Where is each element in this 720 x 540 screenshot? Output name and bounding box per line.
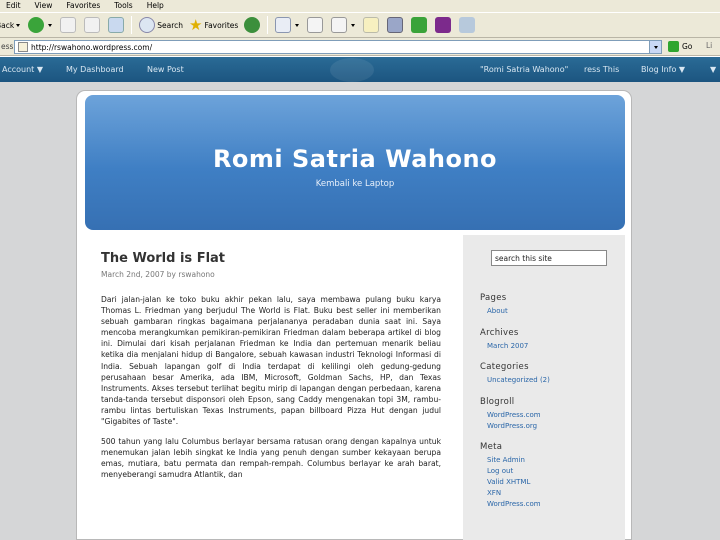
- star-icon: ★: [189, 16, 203, 34]
- search-input[interactable]: [491, 250, 607, 266]
- toolbar-divider: [267, 16, 269, 34]
- edit-button[interactable]: [327, 14, 359, 36]
- back-button[interactable]: Back: [0, 14, 24, 36]
- forward-icon: [28, 17, 45, 33]
- mail-icon: [275, 17, 292, 33]
- sidebar-link-about[interactable]: About: [487, 307, 508, 315]
- menu-tools[interactable]: Tools: [107, 0, 139, 12]
- wp-admin-bar: Account ▼ My Dashboard New Post "Romi Sa…: [0, 57, 720, 82]
- sidebar-link-meta[interactable]: Valid XHTML: [487, 478, 530, 486]
- favorites-button[interactable]: ★ Favorites: [185, 14, 240, 36]
- menu-help[interactable]: Help: [140, 0, 171, 12]
- new-post-link[interactable]: New Post: [147, 65, 184, 74]
- account-menu[interactable]: Account ▼: [2, 65, 43, 74]
- puzzle-icon: [459, 17, 476, 33]
- search-icon: [139, 17, 156, 33]
- stop-button[interactable]: [56, 14, 80, 36]
- sidebar-heading-categories: Categories: [480, 362, 529, 372]
- links-label[interactable]: Li: [706, 41, 712, 50]
- chevron-down-icon: [16, 23, 21, 27]
- address-dropdown[interactable]: [649, 41, 661, 53]
- research-button[interactable]: [383, 14, 407, 36]
- home-icon: [108, 17, 125, 33]
- favorites-label: Favorites: [204, 20, 239, 30]
- extension-button[interactable]: [431, 14, 455, 36]
- blog-description: Kembali ke Laptop: [315, 179, 395, 189]
- page-icon: [18, 42, 28, 52]
- press-this-link[interactable]: ress This: [584, 65, 619, 74]
- url-input[interactable]: [31, 42, 591, 52]
- research-icon: [387, 17, 404, 33]
- sidebar-heading-blogroll: Blogroll: [480, 397, 515, 407]
- chevron-down-icon: [653, 45, 658, 49]
- sidebar-link-blogroll[interactable]: WordPress.com: [487, 411, 541, 419]
- menu-view[interactable]: View: [28, 0, 60, 12]
- more-menu[interactable]: ▼: [710, 65, 716, 74]
- post-meta: March 2nd, 2007 by rswahono: [101, 270, 215, 279]
- search-label: Search: [157, 20, 183, 30]
- sidebar-link-meta[interactable]: WordPress.com: [487, 500, 541, 508]
- sidebar-link-meta[interactable]: Site Admin: [487, 456, 525, 464]
- chevron-down-icon: [48, 23, 53, 27]
- blog-title[interactable]: Romi Satria Wahono: [85, 145, 625, 173]
- post-body: Dari jalan-jalan ke toko buku akhir peka…: [101, 294, 441, 490]
- word-icon: [331, 17, 348, 33]
- toolbar-divider: [131, 16, 133, 34]
- messenger-button[interactable]: [407, 14, 431, 36]
- history-icon: [244, 17, 261, 33]
- yahoo-icon: [435, 17, 452, 33]
- blog-header: Romi Satria Wahono Kembali ke Laptop: [85, 95, 625, 230]
- post-paragraph: 500 tahun yang lalu Columbus berlayar be…: [101, 437, 441, 480]
- menu-edit[interactable]: Edit: [0, 0, 28, 12]
- print-icon: [307, 17, 324, 33]
- chevron-down-icon: [351, 23, 356, 27]
- print-button[interactable]: [303, 14, 327, 36]
- back-label: Back: [0, 20, 15, 30]
- refresh-button[interactable]: [80, 14, 104, 36]
- sidebar-heading-pages: Pages: [480, 293, 507, 303]
- discuss-button[interactable]: [359, 14, 383, 36]
- blog-name-link[interactable]: "Romi Satria Wahono": [480, 65, 568, 74]
- browser-toolbar: Back Search ★ Favorites: [0, 12, 720, 38]
- post-title[interactable]: The World is Flat: [101, 251, 225, 266]
- post-paragraph: Dari jalan-jalan ke toko buku akhir peka…: [101, 295, 441, 427]
- menu-bar: Edit View Favorites Tools Help: [0, 0, 720, 12]
- menu-favorites[interactable]: Favorites: [59, 0, 107, 12]
- dashboard-link[interactable]: My Dashboard: [66, 65, 124, 74]
- address-field[interactable]: [14, 40, 662, 54]
- search-button[interactable]: Search: [135, 14, 185, 36]
- sidebar-link-category[interactable]: Uncategorized (2): [487, 376, 550, 384]
- discuss-icon: [363, 17, 380, 33]
- chevron-down-icon: [295, 23, 300, 27]
- messenger-icon: [411, 17, 428, 33]
- extension-button-2[interactable]: [455, 14, 479, 36]
- go-arrow-icon: [668, 41, 679, 52]
- history-button[interactable]: [240, 14, 264, 36]
- sidebar-link-archive[interactable]: March 2007: [487, 342, 528, 350]
- sidebar-link-meta[interactable]: XFN: [487, 489, 501, 497]
- mail-button[interactable]: [271, 14, 303, 36]
- sidebar-heading-archives: Archives: [480, 328, 519, 338]
- stop-icon: [60, 17, 77, 33]
- sidebar-link-meta[interactable]: Log out: [487, 467, 513, 475]
- forward-button[interactable]: [24, 14, 56, 36]
- go-label: Go: [682, 42, 693, 51]
- page-background: Romi Satria Wahono Kembali ke Laptop The…: [0, 82, 720, 540]
- go-button[interactable]: Go: [668, 41, 692, 52]
- address-bar: ess Go Li: [0, 38, 720, 56]
- wordpress-logo-icon: [330, 58, 374, 82]
- sidebar-heading-meta: Meta: [480, 442, 503, 452]
- blog-info-menu[interactable]: Blog Info ▼: [641, 65, 685, 74]
- sidebar: Pages About Archives March 2007 Categori…: [463, 235, 625, 540]
- home-button[interactable]: [104, 14, 128, 36]
- sidebar-link-blogroll[interactable]: WordPress.org: [487, 422, 537, 430]
- blog-container: Romi Satria Wahono Kembali ke Laptop The…: [76, 90, 632, 540]
- refresh-icon: [84, 17, 101, 33]
